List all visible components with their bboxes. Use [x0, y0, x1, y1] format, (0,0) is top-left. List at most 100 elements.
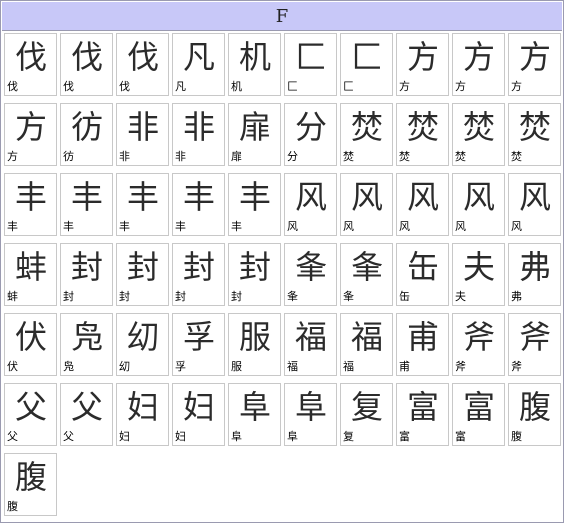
- oracle-glyph: 丰: [182, 178, 215, 216]
- glyph-cell: 丰丰: [60, 173, 113, 236]
- glyph-label: 妇: [175, 430, 186, 443]
- glyph-cell: 方方: [4, 103, 57, 166]
- oracle-glyph: 机: [238, 38, 271, 76]
- glyph-cell: 㓜㓜: [116, 313, 169, 376]
- oracle-glyph: 风: [518, 178, 551, 216]
- glyph-label: 腹: [511, 430, 522, 443]
- oracle-glyph: 服: [238, 318, 271, 356]
- glyph-cell: 丰丰: [116, 173, 169, 236]
- oracle-glyph: 父: [14, 388, 47, 426]
- oracle-glyph: 封: [182, 248, 215, 286]
- glyph-label: 扉: [231, 150, 242, 163]
- glyph-label: 方: [7, 150, 18, 163]
- glyph-label: 父: [7, 430, 18, 443]
- oracle-glyph: 腹: [14, 458, 47, 496]
- oracle-glyph: 方: [14, 108, 47, 146]
- glyph-cell: 风风: [284, 173, 337, 236]
- glyph-label: 伏: [7, 360, 18, 373]
- glyph-cell: 焚焚: [396, 103, 449, 166]
- glyph-label: 焚: [399, 150, 410, 163]
- glyph-label: 伐: [63, 80, 74, 93]
- glyph-cell: 腹腹: [4, 453, 57, 516]
- oracle-glyph: 丰: [70, 178, 103, 216]
- glyph-label: 丰: [175, 220, 186, 233]
- glyph-label: 富: [455, 430, 466, 443]
- glyph-cell: 丰丰: [172, 173, 225, 236]
- glyph-cell: 风风: [396, 173, 449, 236]
- glyph-label: 妇: [119, 430, 130, 443]
- glyph-label: 分: [287, 150, 298, 163]
- glyph-label: 封: [63, 290, 74, 303]
- glyph-label: 伐: [7, 80, 18, 93]
- oracle-glyph: 风: [462, 178, 495, 216]
- oracle-glyph: 甫: [406, 318, 439, 356]
- oracle-glyph: 封: [70, 248, 103, 286]
- oracle-glyph: 伐: [14, 38, 47, 76]
- oracle-glyph: 风: [406, 178, 439, 216]
- glyph-label: 㓜: [119, 360, 130, 373]
- glyph-cell: 弗弗: [508, 243, 561, 306]
- glyph-label: 风: [511, 220, 522, 233]
- glyph-cell: 封封: [228, 243, 281, 306]
- glyph-label: 风: [399, 220, 410, 233]
- glyph-cell: 妇妇: [172, 383, 225, 446]
- glyph-label: 复: [343, 430, 354, 443]
- glyph-label: 方: [399, 80, 410, 93]
- oracle-glyph: 夫: [462, 248, 495, 286]
- glyph-cell: 伐伐: [60, 33, 113, 96]
- glyph-label: 腹: [7, 500, 18, 513]
- glyph-cell: 焚焚: [340, 103, 393, 166]
- glyph-cell: 妇妇: [116, 383, 169, 446]
- glyph-label: 斧: [455, 360, 466, 373]
- oracle-glyph: 焚: [462, 108, 495, 146]
- glyph-label: 丰: [231, 220, 242, 233]
- glyph-cell: 伐伐: [116, 33, 169, 96]
- glyph-cell: 分分: [284, 103, 337, 166]
- oracle-glyph: 夆: [350, 248, 383, 286]
- glyph-label: 福: [343, 360, 354, 373]
- glyph-cell: 方方: [508, 33, 561, 96]
- glyph-cell: 蚌蚌: [4, 243, 57, 306]
- glyph-cell: 焚焚: [452, 103, 505, 166]
- oracle-glyph: 焚: [350, 108, 383, 146]
- glyph-label: 父: [63, 430, 74, 443]
- oracle-glyph: 匚: [350, 38, 383, 76]
- glyph-cell: 腹腹: [508, 383, 561, 446]
- oracle-glyph: 风: [350, 178, 383, 216]
- oracle-glyph: 富: [462, 388, 495, 426]
- oracle-glyph: 扉: [238, 108, 271, 146]
- glyph-label: 富: [399, 430, 410, 443]
- glyph-cell: 伐伐: [4, 33, 57, 96]
- glyph-label: 服: [231, 360, 242, 373]
- glyph-cell: 非非: [116, 103, 169, 166]
- glyph-cell: 斧斧: [508, 313, 561, 376]
- glyph-label: 方: [511, 80, 522, 93]
- glyph-cell: 父父: [4, 383, 57, 446]
- glyph-cell: 方方: [452, 33, 505, 96]
- glyph-cell: 父父: [60, 383, 113, 446]
- glyph-cell: 服服: [228, 313, 281, 376]
- glyph-label: 夫: [455, 290, 466, 303]
- glyph-cell: 凫凫: [60, 313, 113, 376]
- oracle-glyph: 方: [518, 38, 551, 76]
- oracle-glyph: 弗: [518, 248, 551, 286]
- glyph-cell: 非非: [172, 103, 225, 166]
- glyph-cell: 富富: [452, 383, 505, 446]
- oracle-glyph: 凫: [70, 318, 103, 356]
- glyph-cell: 方方: [396, 33, 449, 96]
- oracle-glyph: 丰: [238, 178, 271, 216]
- glyph-grid: 伐伐伐伐伐伐凡凡机机匚匚匚匚方方方方方方方方彷彷非非非非扉扉分分焚焚焚焚焚焚焚焚…: [0, 0, 565, 524]
- oracle-glyph: 复: [350, 388, 383, 426]
- glyph-label: 福: [287, 360, 298, 373]
- glyph-cell: 封封: [60, 243, 113, 306]
- oracle-glyph: 方: [406, 38, 439, 76]
- oracle-glyph: 福: [294, 318, 327, 356]
- oracle-glyph: 斧: [462, 318, 495, 356]
- oracle-glyph: 匚: [294, 38, 327, 76]
- glyph-label: 凫: [63, 360, 74, 373]
- oracle-glyph: 腹: [518, 388, 551, 426]
- oracle-glyph: 封: [238, 248, 271, 286]
- oracle-glyph: 焚: [406, 108, 439, 146]
- glyph-label: 焚: [455, 150, 466, 163]
- oracle-glyph: 斧: [518, 318, 551, 356]
